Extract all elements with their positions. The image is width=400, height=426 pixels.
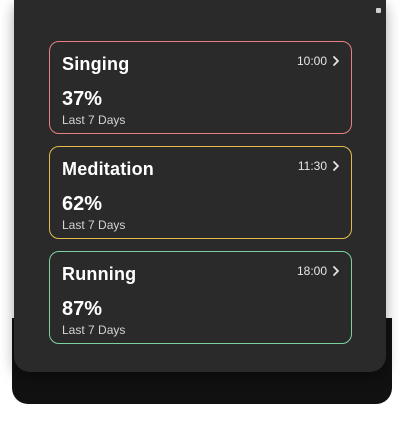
card-title: Singing (62, 54, 130, 74)
card-percent: 37% (62, 88, 103, 110)
card-subtitle: Last 7 Days (62, 113, 126, 127)
card-title: Running (62, 264, 137, 284)
card-percent: 62% (62, 193, 103, 215)
corner-dot (376, 8, 381, 13)
card-time: 11:30 (297, 159, 327, 173)
activity-card-meditation[interactable]: Meditation 11:30 62% Last 7 Days (49, 146, 352, 239)
card-time: 10:00 (296, 54, 327, 68)
activity-card-running[interactable]: Running 18:00 87% Last 7 Days (49, 251, 352, 344)
chevron-right-icon (333, 161, 339, 171)
card-subtitle: Last 7 Days (62, 323, 126, 337)
chevron-right-icon (333, 266, 339, 276)
card-title: Meditation (62, 159, 154, 179)
card-time: 18:00 (296, 264, 327, 278)
chevron-right-icon (333, 56, 339, 66)
app-stage: Singing 10:00 37% Last 7 Days Meditation… (0, 0, 400, 426)
card-percent: 87% (62, 298, 103, 320)
activity-card-singing[interactable]: Singing 10:00 37% Last 7 Days (49, 41, 352, 134)
card-subtitle: Last 7 Days (62, 218, 126, 232)
